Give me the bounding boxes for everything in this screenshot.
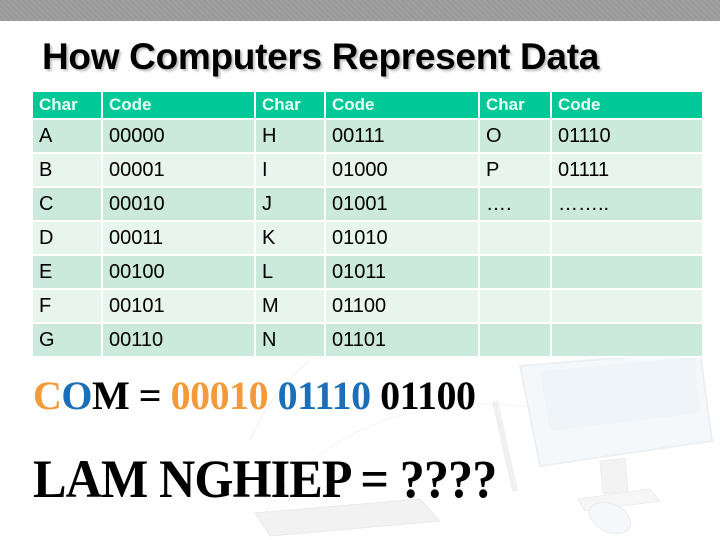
- equals-sign: =: [129, 373, 171, 418]
- code-cell: 00100: [101, 254, 256, 290]
- code-cell: 01000: [324, 152, 480, 188]
- code-cell: 01100: [324, 288, 480, 324]
- slide-top-bar: [0, 0, 720, 21]
- char-cell: C: [31, 186, 103, 222]
- code-cell: 00001: [101, 152, 256, 188]
- code-c: 00010: [170, 373, 269, 418]
- code-cell: 00011: [101, 220, 256, 256]
- code-cell: 01110: [550, 118, 704, 154]
- table-row: G 00110 N 01101: [31, 322, 704, 358]
- letter-c: C: [33, 373, 62, 418]
- char-cell: L: [254, 254, 326, 290]
- exercise-question: LAM NGHIEP = ????: [33, 449, 497, 509]
- char-cell: M: [254, 288, 326, 324]
- table-row: B 00001 I 01000 P 01111: [31, 152, 704, 188]
- char-cell: N: [254, 322, 326, 358]
- monitor-icon: [518, 349, 714, 512]
- empty-cell: [478, 288, 552, 324]
- char-cell: H: [254, 118, 326, 154]
- code-cell: 01011: [324, 254, 480, 290]
- empty-cell: [550, 288, 704, 324]
- example-equation: COM = 00010 01110 01100: [33, 372, 476, 419]
- empty-cell: [478, 220, 552, 256]
- header-code-3: Code: [550, 90, 704, 120]
- empty-cell: [550, 254, 704, 290]
- code-cell: 01001: [324, 186, 480, 222]
- code-o: 01110: [277, 373, 372, 418]
- char-cell: P: [478, 152, 552, 188]
- table-row: E 00100 L 01011: [31, 254, 704, 290]
- code-cell: 01111: [550, 152, 704, 188]
- code-cell: 01101: [324, 322, 480, 358]
- ellipsis-code-cell: ……..: [550, 186, 704, 222]
- char-cell: A: [31, 118, 103, 154]
- code-cell: 00000: [101, 118, 256, 154]
- empty-cell: [550, 220, 704, 256]
- code-cell: 00110: [101, 322, 256, 358]
- code-cell: 00101: [101, 288, 256, 324]
- header-char-1: Char: [31, 90, 103, 120]
- letter-m: M: [92, 373, 130, 418]
- char-cell: G: [31, 322, 103, 358]
- char-cell: O: [478, 118, 552, 154]
- char-cell: F: [31, 288, 103, 324]
- char-cell: D: [31, 220, 103, 256]
- char-cell: K: [254, 220, 326, 256]
- binary-code-table: Char Code Char Code Char Code A 00000 H …: [31, 90, 704, 358]
- table-row: C 00010 J 01001 …. ……..: [31, 186, 704, 222]
- header-char-2: Char: [254, 90, 326, 120]
- table-row: D 00011 K 01010: [31, 220, 704, 256]
- letter-o: O: [61, 373, 93, 418]
- code-cell: 00010: [101, 186, 256, 222]
- char-cell: B: [31, 152, 103, 188]
- empty-cell: [550, 322, 704, 358]
- code-m: 01100: [380, 373, 476, 418]
- code-cell: 00111: [324, 118, 480, 154]
- char-cell: J: [254, 186, 326, 222]
- slide-title: How Computers Represent Data: [42, 36, 599, 77]
- table-row: F 00101 M 01100: [31, 288, 704, 324]
- header-code-1: Code: [101, 90, 256, 120]
- ellipsis-char-cell: ….: [478, 186, 552, 222]
- table-row: A 00000 H 00111 O 01110: [31, 118, 704, 154]
- empty-cell: [478, 254, 552, 290]
- empty-cell: [478, 322, 552, 358]
- char-cell: I: [254, 152, 326, 188]
- char-cell: E: [31, 254, 103, 290]
- table-header-row: Char Code Char Code Char Code: [31, 90, 704, 120]
- code-cell: 01010: [324, 220, 480, 256]
- header-code-2: Code: [324, 90, 480, 120]
- header-char-3: Char: [478, 90, 552, 120]
